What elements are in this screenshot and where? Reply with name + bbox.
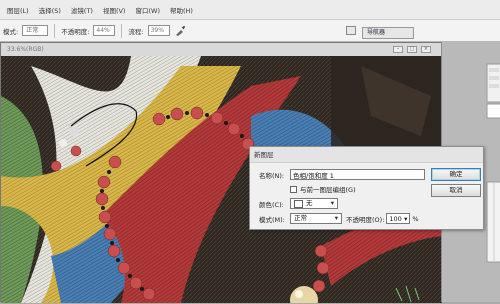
opacity-value: 100 [389, 214, 402, 223]
airbrush-icon[interactable] [174, 25, 186, 37]
maximize-button[interactable]: □ [407, 46, 417, 53]
menu-bar: 图层(L) 选择(S) 滤镜(T) 视图(V) 窗口(W) 帮助(H) [0, 0, 500, 20]
divider [121, 23, 123, 38]
menu-layer[interactable]: 图层(L) [2, 5, 34, 15]
tab-navigator[interactable]: 导航器 [362, 27, 414, 39]
group-label: 与前一图层编组(G) [300, 186, 356, 194]
color-swatch [294, 199, 303, 208]
opacity-label: 不透明度(O): [346, 215, 385, 224]
flow-input[interactable]: 39% [147, 25, 170, 36]
chevron-down-icon: ▾ [334, 214, 338, 222]
opacity-input[interactable]: 44% [93, 25, 116, 36]
menu-filter[interactable]: 滤镜(T) [66, 5, 98, 15]
mode-label: 模式: [3, 27, 19, 36]
ok-button[interactable]: 确定 [431, 168, 481, 181]
opacity-label: 不透明度: [61, 27, 90, 36]
color-value: 无 [306, 199, 313, 207]
layer-name-input[interactable] [290, 169, 425, 180]
chevron-down-icon: ▾ [404, 214, 408, 223]
chevron-down-icon: ▾ [330, 199, 334, 207]
color-row: 颜色(C): 无 ▾ [259, 198, 338, 209]
options-bar: 模式: 正常 不透明度: 44% 流程: 39% [0, 20, 500, 42]
menu-view[interactable]: 视图(V) [98, 5, 131, 15]
flow-label: 流程: [128, 27, 144, 36]
opacity-unit: % [412, 214, 419, 223]
opacity-input[interactable]: 100 ▾ [386, 213, 411, 224]
name-label: 名称(N): [259, 171, 285, 180]
color-label: 颜色(C): [259, 200, 284, 209]
menu-select[interactable]: 选择(S) [34, 5, 66, 15]
panel-button[interactable] [346, 26, 356, 35]
menu-window[interactable]: 窗口(W) [130, 5, 165, 15]
name-row: 名称(N): [259, 169, 425, 180]
close-button[interactable]: × [421, 46, 431, 53]
menu-help[interactable]: 帮助(H) [165, 5, 198, 15]
document-title: 33.6%(RGB) [1, 43, 442, 56]
clip-row: 与前一图层编组(G) [290, 184, 356, 194]
mode-select[interactable]: 正常 [22, 25, 49, 36]
divider [54, 23, 56, 38]
mode-label: 模式(M): [259, 215, 285, 224]
mode-value: 正常 [294, 214, 307, 222]
color-select[interactable]: 无 ▾ [290, 198, 338, 209]
dialog-title: 新图层 [250, 147, 483, 163]
mode-row: 模式(M): 正常 ▾ 不透明度(O): 100 ▾ % [259, 213, 419, 224]
minimize-button[interactable]: – [393, 46, 403, 53]
cancel-button[interactable]: 取消 [431, 184, 481, 197]
mode-select[interactable]: 正常 ▾ [290, 213, 342, 224]
group-checkbox[interactable] [290, 185, 297, 193]
new-layer-dialog: 新图层 名称(N): 与前一图层编组(G) 颜色(C): 无 ▾ 模式(M): … [249, 146, 484, 230]
